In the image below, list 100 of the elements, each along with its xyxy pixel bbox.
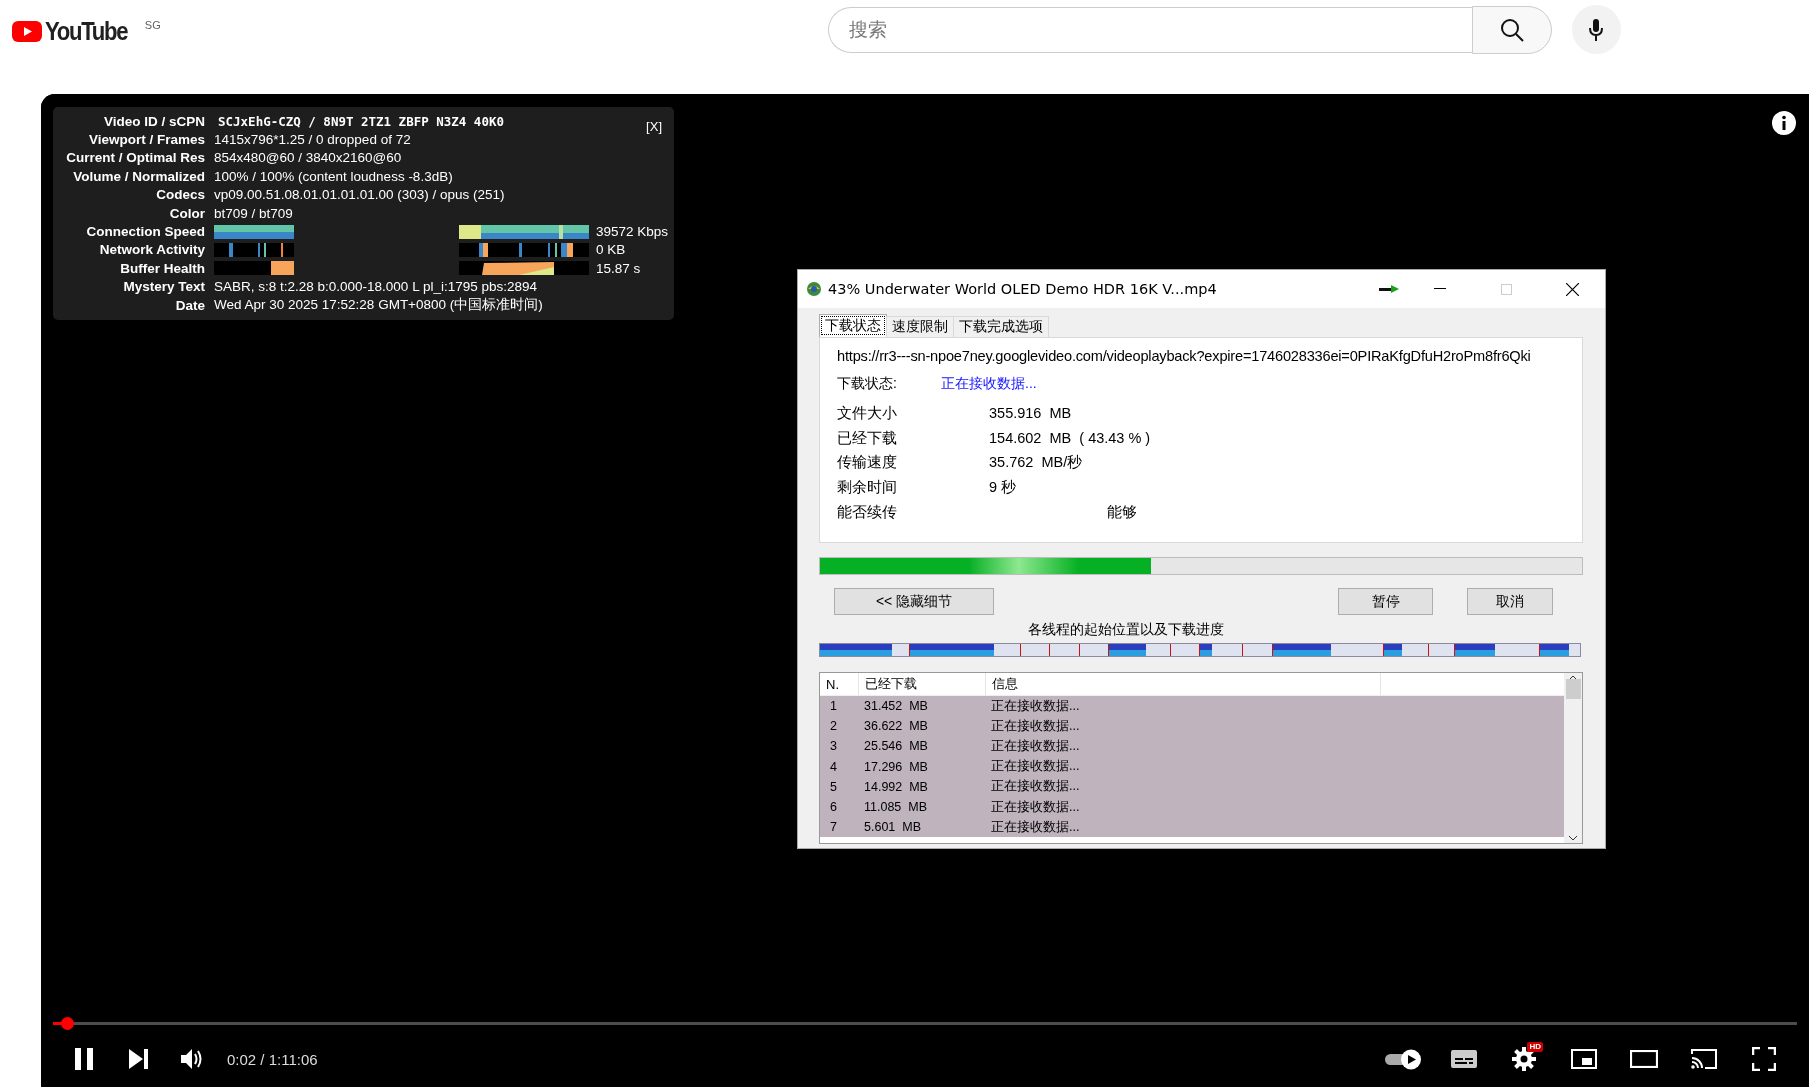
stat-label: Buffer Health [119, 260, 206, 276]
stat-value: 100% / 100% (content loudness -8.3dB) [214, 168, 453, 184]
chevron-down-icon[interactable] [1568, 835, 1578, 841]
table-row[interactable]: 6 11.085 MB 正在接收数据... [820, 796, 1564, 818]
table-cell-text: 4 [829, 759, 838, 774]
table-cell-text: 17.296 MB [863, 759, 929, 774]
search-field[interactable]: 搜索 [827, 6, 1472, 53]
hide-details-button[interactable]: << 隐藏细节 [834, 588, 994, 615]
stat-value: vp09.00.51.08.01.01.01.01.00 (303) / opus (251) [214, 187, 505, 203]
theater-mode-icon [1630, 1050, 1658, 1068]
stat-label: Codecs [155, 187, 206, 203]
stat-label: Connection Speed [85, 224, 206, 240]
info-value: 35.762 MB/秒 [989, 453, 1083, 473]
tab[interactable]: 下载完成选项 [953, 316, 1049, 337]
window-title: 43% Underwater World OLED Demo HDR 16K V...mp4 [828, 281, 1217, 297]
info-value: 355.916 MB [989, 405, 1072, 422]
play-logo-icon[interactable] [12, 21, 42, 42]
table-cell-text: 正在接收数据... [990, 717, 1080, 735]
table-cell-text: 正在接收数据... [990, 778, 1080, 796]
info-label: 文件大小 [837, 403, 898, 423]
maximize-icon [1500, 283, 1512, 295]
info-value: 154.602 MB ( 43.43 % ) [989, 430, 1151, 447]
stat-value: SCJxEhG-CZQ / 8N9T 2TZ1 ZBFP N3Z4 40K0 [218, 113, 504, 129]
status-value: 正在接收数据... [941, 375, 1037, 393]
stat-label: Video ID / sCPN [102, 113, 206, 129]
table-row[interactable]: 3 25.546 MB 正在接收数据... [820, 736, 1564, 757]
table-cell-text: 正在接收数据... [990, 798, 1080, 816]
search-button[interactable] [1471, 5, 1552, 54]
scrollbar-thumb[interactable] [1565, 679, 1581, 699]
info-label: 传输速度 [837, 453, 898, 473]
info-label: 已经下载 [837, 428, 898, 448]
table-cell-text: 6 [829, 800, 838, 815]
table-row[interactable]: 1 31.452 MB 正在接收数据... [820, 696, 1564, 717]
volume-icon [181, 1048, 203, 1070]
quality-badge: HD [1527, 1042, 1543, 1052]
region-label: SG [144, 18, 161, 31]
column-header[interactable]: 已经下载 [858, 673, 985, 695]
threads-caption: 各线程的起始位置以及下载进度 [1027, 621, 1225, 639]
table-cell-text: 36.622 MB [863, 719, 929, 734]
info-value: 9 秒 [989, 478, 1017, 498]
stat-value: SABR, s:8 t:2.28 b:0.000-18.000 L pl_i:1795 pbs:2894 [214, 279, 537, 295]
table-row[interactable]: 7 5.601 MB 正在接收数据... [820, 817, 1564, 838]
stat-label: Volume / Normalized [72, 168, 206, 184]
table-cell-text: 正在接收数据... [990, 758, 1080, 776]
table-row[interactable]: 2 36.622 MB 正在接收数据... [820, 716, 1564, 737]
arrow-icon[interactable] [1379, 285, 1399, 293]
info-value: 能够 [1107, 503, 1137, 523]
table-cell-text: 14.992 MB [863, 779, 929, 794]
search-icon [1498, 16, 1525, 43]
table-cell-text: 5.601 MB [863, 820, 922, 835]
table-row[interactable]: 4 17.296 MB 正在接收数据... [820, 756, 1564, 777]
url-text: https://rr3---sn-npoe7ney.googlevideo.com/videoplayback?expire=1746028336ei=0PIRaKfgDfuH2roPm8fr6Qki [837, 348, 1532, 366]
table-row[interactable]: 5 14.992 MB 正在接收数据... [820, 776, 1564, 797]
table-cell-text: 正在接收数据... [990, 737, 1080, 755]
stat-value: 854x480@60 / 3840x2160@60 [214, 150, 402, 166]
miniplayer-icon [1571, 1049, 1597, 1069]
action-button[interactable]: 取消 [1467, 588, 1553, 615]
column-header[interactable]: 信息 [985, 673, 1381, 695]
close-icon [1565, 282, 1579, 296]
stat-label: Mystery Text [122, 279, 206, 295]
stat-label: Current / Optimal Res [65, 150, 206, 166]
stat-value: bt709 / bt709 [214, 205, 293, 221]
stat-label: Viewport / Frames [87, 132, 206, 148]
action-button[interactable]: 暂停 [1338, 588, 1433, 615]
table-cell-text: 11.085 MB [863, 800, 928, 815]
close-button[interactable]: [X] [646, 119, 662, 134]
microphone-button[interactable] [1571, 5, 1621, 54]
table-cell-text: 25.546 MB [863, 739, 929, 754]
table-cell-text: 5 [829, 779, 838, 794]
time-display: 0:02 / 1:11:06 [227, 1050, 318, 1068]
column-header[interactable]: N. [820, 676, 858, 692]
scrollbar[interactable] [1564, 673, 1582, 843]
tab[interactable]: 下载状态 [819, 314, 887, 337]
table-cell-text: 1 [829, 699, 838, 714]
minimize-icon [1434, 288, 1446, 290]
cast-icon [1691, 1049, 1717, 1069]
table-cell-text: 31.452 MB [863, 699, 929, 714]
stat-label: Date [174, 297, 206, 313]
subtitles-icon [1451, 1050, 1477, 1068]
microphone-icon [1589, 18, 1604, 41]
info-label: 剩余时间 [837, 478, 898, 498]
stat-value: Wed Apr 30 2025 17:52:28 GMT+0800 (中国标准时间) [214, 296, 543, 315]
stat-value: 1415x796*1.25 / 0 dropped of 72 [214, 132, 411, 148]
table-cell-text: 正在接收数据... [990, 818, 1080, 836]
stat-value: 0 KB [596, 242, 626, 258]
info-icon[interactable] [1771, 110, 1797, 136]
fullscreen-icon [1752, 1047, 1776, 1071]
info-label: 能否续传 [837, 503, 898, 523]
table-cell-text: 3 [829, 739, 838, 754]
tab[interactable]: 速度限制 [886, 316, 954, 337]
stat-label: Network Activity [98, 242, 206, 258]
table-cell-text: 2 [829, 719, 838, 734]
table-cell-text: 正在接收数据... [990, 697, 1080, 715]
stat-value: 39572 Kbps [596, 224, 669, 240]
table-cell-text: 7 [829, 820, 838, 835]
settings-button[interactable]: HD [1497, 1039, 1551, 1079]
globe-icon [806, 281, 822, 297]
stat-label: Color [168, 205, 206, 221]
status-label: 下载状态: [837, 375, 898, 393]
logo-text[interactable]: YouTube [45, 16, 128, 47]
